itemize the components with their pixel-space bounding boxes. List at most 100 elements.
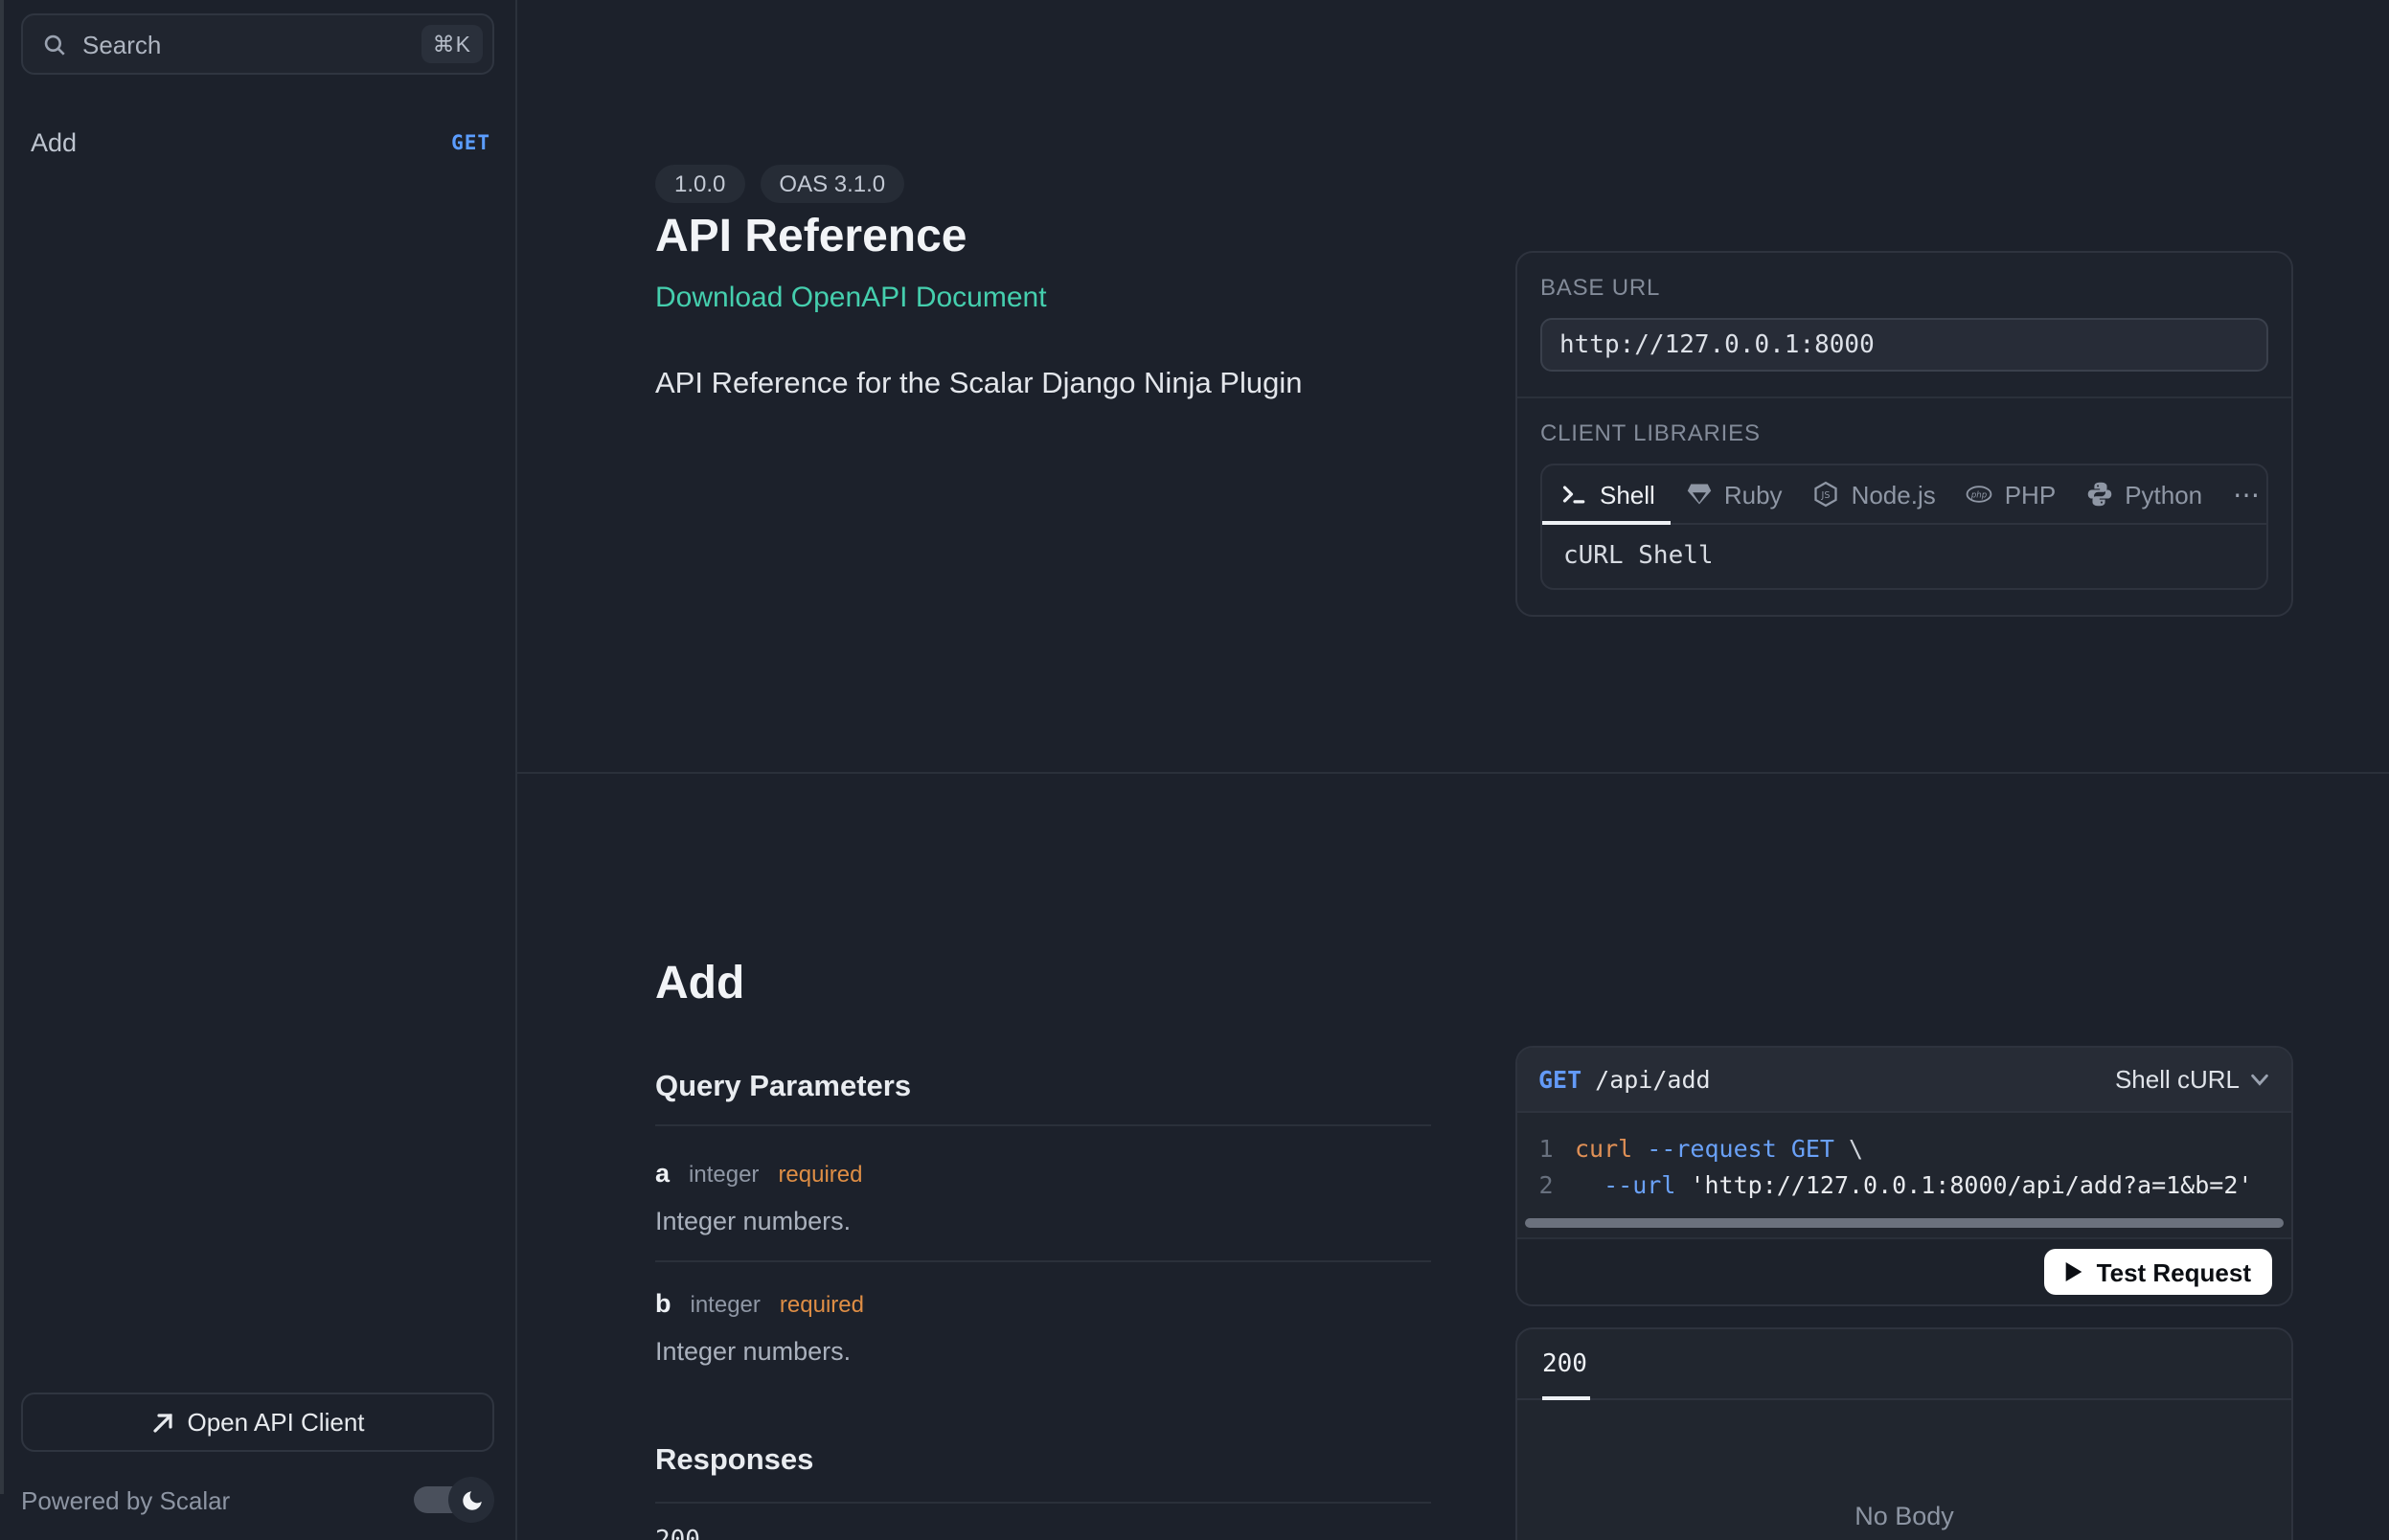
parameter-name: b xyxy=(655,1289,671,1318)
base-url-input[interactable]: http://127.0.0.1:8000 xyxy=(1540,318,2268,372)
intro-section: 1.0.0 OAS 3.1.0 API Reference Download O… xyxy=(517,0,2389,774)
base-url-section: BASE URL http://127.0.0.1:8000 xyxy=(1517,253,2291,396)
version-badge: 1.0.0 xyxy=(655,165,744,203)
sidebar-item-label: Add xyxy=(31,128,451,157)
badges-row: 1.0.0 OAS 3.1.0 xyxy=(655,165,904,203)
nodejs-hexagon-icon: JS xyxy=(1813,481,1840,508)
svg-text:JS: JS xyxy=(1821,490,1831,501)
sidebar-item-add[interactable]: Add GET xyxy=(0,117,515,169)
php-icon: php xyxy=(1967,481,1993,508)
http-method-badge: GET xyxy=(451,131,490,154)
request-method: GET xyxy=(1538,1065,1581,1094)
search-shortcut-kbd: ⌘K xyxy=(421,25,483,63)
response-status-tab[interactable]: 200 xyxy=(1542,1349,1587,1378)
sidebar-footer: Powered by Scalar xyxy=(0,1477,515,1540)
divider xyxy=(655,1502,1431,1504)
divider xyxy=(655,1124,1431,1126)
open-api-client-button[interactable]: Open API Client xyxy=(21,1393,494,1452)
api-reference-page: Search ⌘K Add GET Open API Client Powere… xyxy=(0,0,2389,1540)
operation-title: Add xyxy=(655,958,744,1011)
terminal-icon xyxy=(1561,481,1588,508)
code-block: 1 curl --request GET \ 2 --url 'http://1… xyxy=(1517,1113,2291,1237)
line-number: 1 xyxy=(1517,1130,1575,1166)
external-arrow-icon xyxy=(151,1411,174,1434)
download-openapi-link[interactable]: Download OpenAPI Document xyxy=(655,282,1047,314)
tab-nodejs[interactable]: JS Node.js xyxy=(1813,465,1936,523)
parameter-row-a: a integer required xyxy=(655,1159,863,1188)
divider xyxy=(655,1260,1431,1262)
horizontal-scrollbar[interactable] xyxy=(1525,1218,2284,1228)
language-selector-dropdown[interactable]: Shell cURL xyxy=(2115,1065,2270,1094)
selected-snippet-label[interactable]: cURL Shell xyxy=(1542,525,2266,588)
play-icon xyxy=(2066,1262,2083,1281)
no-body-label: No Body xyxy=(1854,1501,1954,1529)
parameter-row-b: b integer required xyxy=(655,1289,864,1318)
search-input[interactable]: Search ⌘K xyxy=(21,13,494,75)
code-line-2: 2 --url 'http://127.0.0.1:8000/api/add?a… xyxy=(1517,1166,2291,1203)
open-api-client-label: Open API Client xyxy=(188,1408,365,1437)
request-path: /api/add xyxy=(1595,1065,1710,1094)
dark-mode-toggle[interactable] xyxy=(414,1477,494,1523)
response-body: No Body xyxy=(1517,1400,2291,1540)
client-libraries-box: Shell Ruby JS xyxy=(1540,464,2268,590)
server-card: BASE URL http://127.0.0.1:8000 CLIENT LI… xyxy=(1515,251,2293,617)
tab-label: Node.js xyxy=(1852,480,1936,509)
response-example-card: 200 No Body xyxy=(1515,1327,2293,1540)
code-token-flag: --url xyxy=(1604,1166,1690,1203)
powered-by-scalar-link[interactable]: Powered by Scalar xyxy=(21,1485,230,1514)
client-libraries-section: CLIENT LIBRARIES Shell xyxy=(1517,398,2291,615)
parameter-description: Integer numbers. xyxy=(655,1337,851,1366)
query-parameters-heading: Query Parameters xyxy=(655,1071,911,1105)
responses-heading: Responses xyxy=(655,1444,813,1479)
code-token-curl: curl xyxy=(1575,1130,1647,1166)
request-example-footer: Test Request xyxy=(1517,1237,2291,1304)
moon-icon xyxy=(459,1487,484,1512)
line-number: 2 xyxy=(1517,1166,1575,1203)
search-icon xyxy=(42,32,67,57)
tab-label: PHP xyxy=(2005,480,2056,509)
tab-label: Python xyxy=(2125,480,2202,509)
request-example-card: GET /api/add Shell cURL 1 curl --request xyxy=(1515,1046,2293,1306)
operation-section: Add Query Parameters a integer required … xyxy=(517,774,2389,1540)
tab-php[interactable]: php PHP xyxy=(1967,465,2056,523)
svg-text:php: php xyxy=(1971,490,1989,500)
code-token-continuation: \ xyxy=(1849,1130,1863,1166)
sidebar: Search ⌘K Add GET Open API Client Powere… xyxy=(0,0,517,1540)
code-token-flag: --request xyxy=(1647,1130,1791,1166)
python-icon xyxy=(2086,481,2113,508)
search-placeholder: Search xyxy=(82,30,421,58)
code-token-url-string: 'http://127.0.0.1:8000/api/add?a=1&b=2' xyxy=(1690,1166,2252,1203)
response-example-header: 200 xyxy=(1517,1329,2291,1400)
test-request-label: Test Request xyxy=(2097,1257,2251,1286)
tab-shell[interactable]: Shell xyxy=(1561,465,1655,523)
parameter-description: Integer numbers. xyxy=(655,1207,851,1235)
main-content: 1.0.0 OAS 3.1.0 API Reference Download O… xyxy=(517,0,2389,1540)
language-selector-value: Shell cURL xyxy=(2115,1065,2240,1094)
tab-ruby[interactable]: Ruby xyxy=(1686,465,1783,523)
api-description: API Reference for the Scalar Django Ninj… xyxy=(655,368,1422,402)
response-code-item[interactable]: 200 xyxy=(655,1527,700,1540)
ruby-gem-icon xyxy=(1686,481,1713,508)
sidebar-spacer xyxy=(0,169,515,1393)
page-title: API Reference xyxy=(655,211,967,264)
request-example-header: GET /api/add Shell cURL xyxy=(1517,1048,2291,1113)
toggle-knob xyxy=(448,1477,494,1523)
tab-python[interactable]: Python xyxy=(2086,465,2202,523)
parameter-type: integer xyxy=(689,1161,759,1188)
client-library-tabs: Shell Ruby JS xyxy=(1542,465,2266,525)
parameter-type: integer xyxy=(691,1291,761,1318)
parameter-name: a xyxy=(655,1159,670,1188)
tab-label: Ruby xyxy=(1724,480,1783,509)
test-request-button[interactable]: Test Request xyxy=(2045,1249,2272,1295)
base-url-label: BASE URL xyxy=(1540,274,2268,301)
code-token-method: GET xyxy=(1791,1130,1849,1166)
client-libraries-label: CLIENT LIBRARIES xyxy=(1540,419,2268,446)
parameter-required-badge: required xyxy=(780,1291,864,1318)
chevron-down-icon xyxy=(2249,1069,2270,1090)
code-line-1: 1 curl --request GET \ xyxy=(1517,1130,2291,1166)
more-libraries-button[interactable]: ⋯ xyxy=(2233,478,2262,510)
tab-label: Shell xyxy=(1600,480,1655,509)
code-token-indent xyxy=(1575,1166,1604,1203)
parameter-required-badge: required xyxy=(778,1161,862,1188)
oas-version-badge: OAS 3.1.0 xyxy=(760,165,904,203)
